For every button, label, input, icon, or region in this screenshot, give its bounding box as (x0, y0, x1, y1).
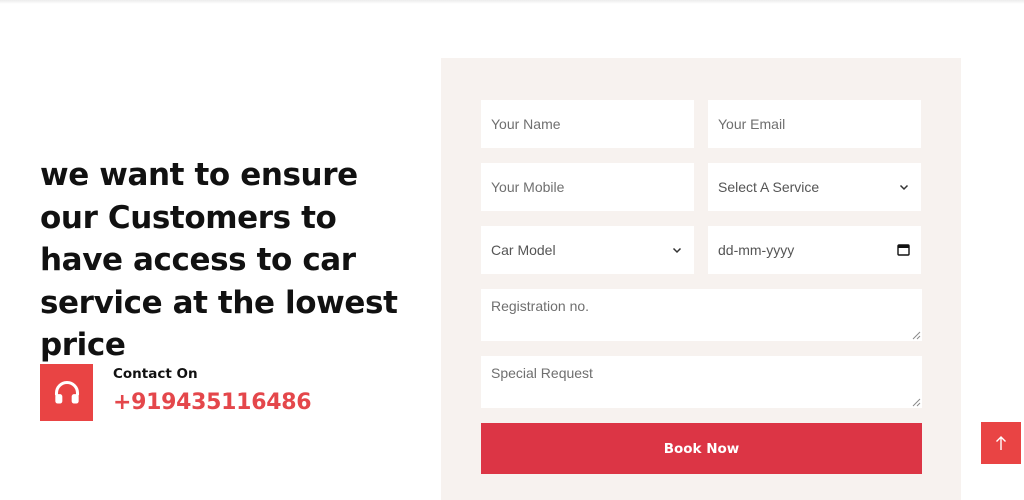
contact-icon-box (40, 364, 93, 421)
car-model-select[interactable]: Car Model (481, 226, 694, 274)
service-select[interactable]: Select A Service (708, 163, 921, 211)
mobile-placeholder: Your Mobile (491, 179, 565, 195)
scroll-to-top-button[interactable] (981, 422, 1021, 464)
arrow-up-icon (996, 436, 1006, 450)
registration-textarea[interactable]: Registration no. (481, 289, 922, 341)
resize-grip-icon[interactable] (912, 398, 921, 407)
headphones-icon (54, 380, 79, 403)
car-model-select-value: Car Model (491, 242, 556, 258)
chevron-down-icon (899, 184, 909, 191)
email-input[interactable]: Your Email (708, 100, 921, 148)
special-request-placeholder: Special Request (491, 365, 593, 381)
top-shadow-bar (0, 0, 1024, 4)
registration-placeholder: Registration no. (491, 298, 590, 314)
date-input[interactable]: dd-mm-yyyy (708, 226, 921, 274)
special-request-textarea[interactable]: Special Request (481, 356, 922, 408)
resize-grip-icon[interactable] (912, 331, 921, 340)
contact-label: Contact On (113, 366, 198, 382)
book-now-button[interactable]: Book Now (481, 423, 922, 474)
chevron-down-icon (672, 247, 682, 254)
contact-phone-link[interactable]: +919435116486 (113, 390, 312, 415)
mobile-input[interactable]: Your Mobile (481, 163, 694, 211)
date-placeholder: dd-mm-yyyy (718, 242, 795, 258)
email-placeholder: Your Email (718, 116, 786, 132)
calendar-icon[interactable] (897, 243, 910, 256)
service-select-value: Select A Service (718, 179, 820, 195)
name-placeholder: Your Name (491, 116, 561, 132)
name-input[interactable]: Your Name (481, 100, 694, 148)
hero-headline: we want to ensure our Customers to have … (40, 157, 398, 363)
